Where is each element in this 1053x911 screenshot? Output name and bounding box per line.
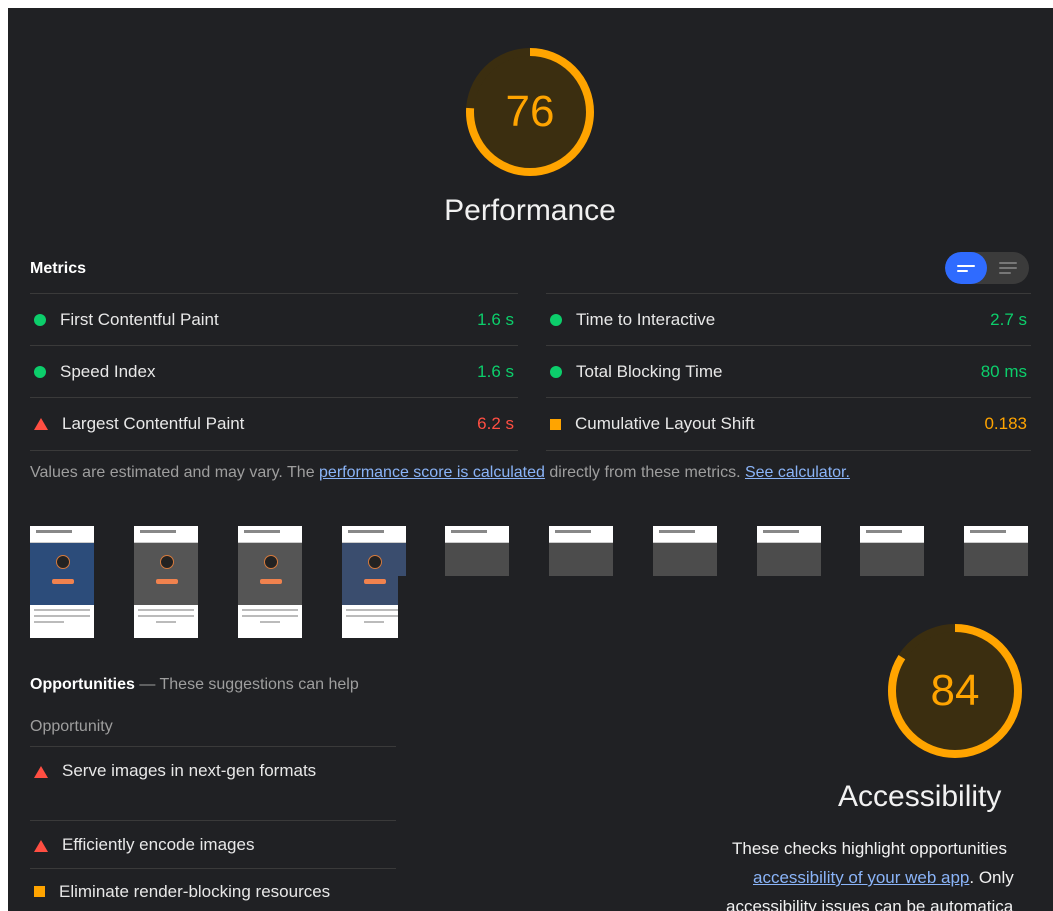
- opportunity-row[interactable]: Eliminate render-blocking resources: [30, 868, 396, 911]
- summary-view-icon[interactable]: [945, 252, 987, 284]
- opportunity-column-header: Opportunity: [30, 718, 113, 735]
- note-text: Values are estimated and may vary. The: [30, 464, 320, 481]
- metric-cumulative-layout-shift: Cumulative Layout Shift 0.183: [546, 397, 1031, 451]
- metrics-view-toggle[interactable]: [945, 252, 1029, 284]
- note-text: directly from these metrics.: [544, 464, 745, 481]
- metric-label: Speed Index: [60, 362, 156, 381]
- filmstrip-frame: [342, 526, 406, 638]
- metric-speed-index: Speed Index 1.6 s: [30, 345, 518, 398]
- metric-value: 1.6 s: [477, 362, 514, 381]
- metric-label: Cumulative Layout Shift: [575, 414, 755, 433]
- metric-value: 2.7 s: [990, 310, 1027, 329]
- filmstrip-frame: [549, 526, 613, 576]
- accessibility-desc-line: These checks highlight opportunities: [732, 839, 1007, 858]
- pass-circle-icon: [34, 366, 46, 378]
- accessibility-gauge: 84: [886, 622, 1024, 760]
- pass-circle-icon: [550, 314, 562, 326]
- metric-value: 6.2 s: [477, 414, 514, 433]
- fail-triangle-icon: [34, 418, 48, 430]
- metric-total-blocking-time: Total Blocking Time 80 ms: [546, 345, 1031, 398]
- metric-label: Largest Contentful Paint: [62, 414, 245, 433]
- performance-score-link[interactable]: performance score is calculated: [319, 464, 545, 481]
- metric-label: Time to Interactive: [576, 310, 716, 329]
- accessibility-title: Accessibility: [838, 780, 1002, 813]
- performance-gauge: 76: [464, 46, 596, 178]
- accessibility-desc-line: accessibility issues can be automatica: [726, 897, 1014, 911]
- filmstrip-frame: [134, 526, 198, 638]
- metrics-note: Values are estimated and may vary. The p…: [30, 464, 850, 482]
- opportunity-row[interactable]: Serve images in next-gen formats: [30, 746, 396, 831]
- accessibility-desc-suffix: . Only: [969, 868, 1014, 887]
- see-calculator-link[interactable]: See calculator.: [745, 464, 850, 481]
- pass-circle-icon: [34, 314, 46, 326]
- filmstrip-frame: [238, 526, 302, 638]
- filmstrip-frame: [964, 526, 1028, 576]
- opportunity-label: Efficiently encode images: [62, 835, 255, 854]
- metric-time-to-interactive: Time to Interactive 2.7 s: [546, 293, 1031, 346]
- average-square-icon: [34, 886, 45, 897]
- accessibility-web-app-link[interactable]: accessibility of your web app: [753, 868, 969, 887]
- opportunities-title: Opportunities: [30, 676, 135, 693]
- metrics-title: Metrics: [30, 260, 87, 277]
- pass-circle-icon: [550, 366, 562, 378]
- filmstrip-frame: [653, 526, 717, 576]
- average-square-icon: [550, 418, 561, 430]
- metric-value: 80 ms: [980, 362, 1027, 381]
- expanded-view-icon[interactable]: [987, 252, 1029, 284]
- metric-largest-contentful-paint: Largest Contentful Paint 6.2 s: [30, 397, 518, 451]
- opportunity-label: Eliminate render-blocking resources: [59, 882, 331, 901]
- lighthouse-report: 76 Performance Metrics First Contentful …: [8, 8, 1053, 911]
- opportunities-header: Opportunities — These suggestions can he…: [30, 676, 396, 694]
- filmstrip-frame: [757, 526, 821, 576]
- accessibility-score: 84: [930, 666, 980, 715]
- filmstrip-frame: [30, 526, 94, 638]
- accessibility-description: These checks highlight opportunities acc…: [708, 834, 1053, 911]
- filmstrip-frame: [860, 526, 924, 576]
- metric-value: 0.183: [984, 414, 1027, 433]
- metric-value: 1.6 s: [477, 310, 514, 329]
- metric-label: Total Blocking Time: [576, 362, 723, 381]
- performance-title: Performance: [444, 194, 616, 227]
- fail-triangle-icon: [34, 766, 48, 778]
- opportunity-label: Serve images in next-gen formats: [62, 761, 317, 780]
- metric-label: First Contentful Paint: [60, 310, 219, 329]
- performance-score: 76: [505, 87, 555, 136]
- metric-first-contentful-paint: First Contentful Paint 1.6 s: [30, 293, 518, 346]
- opportunities-subtitle: — These suggestions can help: [134, 676, 359, 693]
- filmstrip-frame: [445, 526, 509, 576]
- fail-triangle-icon: [34, 840, 48, 852]
